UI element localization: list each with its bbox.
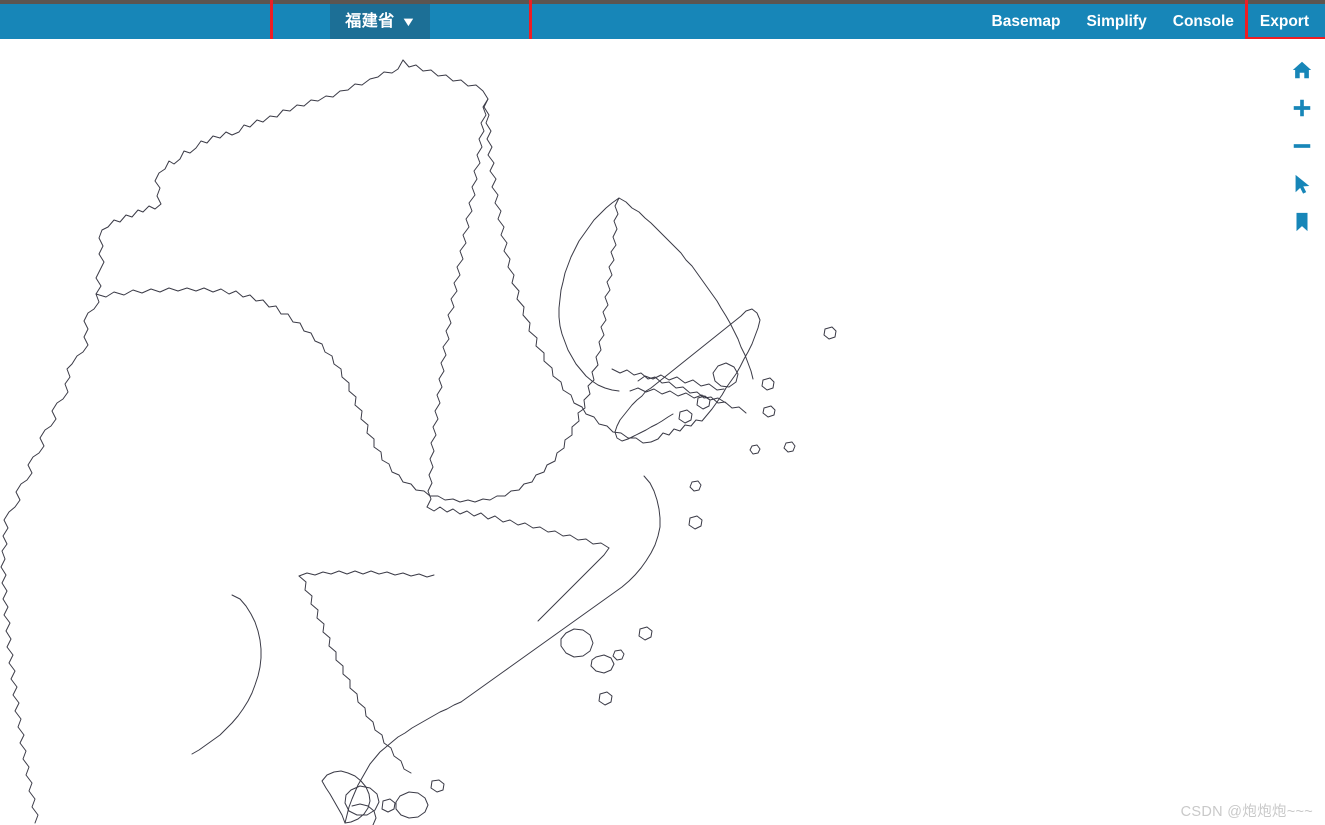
map-path-xiamen-island: [560, 628, 594, 658]
home-icon-glyph: [1292, 61, 1312, 79]
map-path-coast-inlets-north: [611, 368, 747, 414]
map-path-island-offshore-3: [823, 326, 837, 340]
map-path-north-border: [402, 59, 652, 444]
map-path-interior-central: [426, 98, 489, 508]
map-path-inland-island: [344, 785, 380, 816]
map-path-interior-putian: [537, 547, 610, 622]
map-path-island-offshore-1: [761, 377, 775, 391]
map-path-interior-quanzhou: [426, 506, 610, 549]
map-path-island-offshore-10: [612, 649, 625, 661]
map-path-interior-south: [298, 575, 412, 774]
map-svg: [0, 59, 837, 825]
map-path-island-east-2: [678, 409, 693, 424]
map-path-island-south-1: [395, 791, 429, 819]
map-tool-rail: [1287, 58, 1317, 234]
cursor-icon[interactable]: [1290, 172, 1314, 196]
map-path-ne-coast: [650, 308, 761, 443]
minus-icon-glyph: [1293, 144, 1311, 148]
nav-item-export[interactable]: Export: [1247, 4, 1325, 39]
map-boundaries: [0, 59, 837, 825]
plus-icon-glyph: [1293, 99, 1311, 117]
chevron-down-icon: ▼: [400, 14, 417, 29]
plus-icon[interactable]: [1290, 96, 1314, 120]
bookmark-icon[interactable]: [1290, 210, 1314, 234]
mapshaper-app-window: 福建省 ▼ Basemap Simplify Console Export CS…: [0, 0, 1325, 825]
map-path-island-offshore-2: [762, 405, 776, 418]
nav-item-simplify[interactable]: Simplify: [1073, 4, 1159, 39]
csdn-watermark: CSDN @炮炮炮~~~: [1180, 804, 1313, 820]
map-path-island-south-3: [430, 779, 445, 793]
map-path-island-offshore-7: [749, 444, 761, 455]
map-path-jinmen-island: [590, 654, 615, 674]
map-path-interior-ne: [558, 197, 620, 392]
map-path-island-offshore-8: [598, 691, 613, 706]
map-path-interior-longyan: [191, 594, 262, 755]
map-path-island-south-2: [381, 798, 396, 813]
nav-item-basemap[interactable]: Basemap: [979, 4, 1074, 39]
map-path-west-border: [0, 59, 404, 824]
map-path-island-offshore-5: [688, 515, 703, 530]
map-path-island-offshore-4: [783, 441, 796, 453]
nav-item-console[interactable]: Console: [1160, 4, 1247, 39]
bookmark-icon-glyph: [1296, 212, 1308, 232]
map-path-coast-inlets-mid: [629, 387, 727, 404]
map-path-interior-sanming: [298, 570, 435, 578]
province-selector-dropdown[interactable]: 福建省 ▼: [330, 4, 430, 39]
minus-icon[interactable]: [1290, 134, 1314, 158]
province-selector-label: 福建省: [345, 12, 395, 30]
map-path-southeast-coast: [460, 475, 661, 703]
map-path-ne-provincial-edge: [618, 197, 754, 380]
map-path-island-offshore-6: [689, 480, 702, 492]
map-path-island-offshore-9: [638, 626, 653, 641]
cursor-icon-glyph: [1295, 174, 1310, 194]
home-icon[interactable]: [1290, 58, 1314, 82]
map-canvas[interactable]: [0, 39, 1325, 825]
map-path-island-pingtan: [712, 362, 739, 388]
header-nav: Basemap Simplify Console Export: [979, 4, 1325, 39]
